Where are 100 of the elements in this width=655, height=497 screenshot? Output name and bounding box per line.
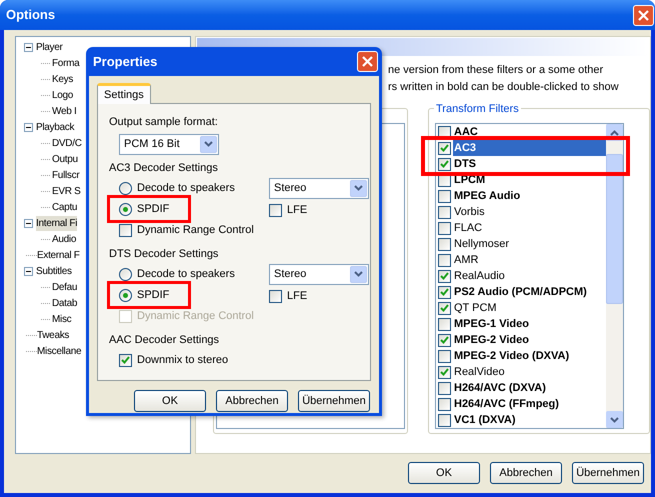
filter-item[interactable]: MPEG-2 Video (DXVA) (453, 348, 606, 364)
close-button[interactable] (633, 4, 654, 26)
checkbox[interactable] (438, 302, 451, 314)
filter-item[interactable]: AAC (453, 124, 606, 140)
radio-label: SPDIF (137, 202, 170, 217)
checkbox[interactable] (438, 222, 451, 234)
radio-button[interactable] (119, 182, 132, 194)
tree-item[interactable]: Fullscr (52, 168, 80, 182)
filter-item[interactable]: Vorbis (453, 204, 606, 220)
chevron-down-icon (610, 416, 619, 422)
radio-button[interactable] (119, 288, 132, 302)
filter-item[interactable]: RealAudio (453, 268, 606, 284)
checkbox[interactable] (438, 366, 451, 378)
checkbox[interactable] (438, 286, 451, 298)
filter-item[interactable]: PS2 Audio (PCM/ADPCM) (453, 284, 606, 300)
checkbox[interactable] (119, 224, 132, 236)
dialog-button[interactable]: Abbrechen (216, 390, 288, 412)
filter-item[interactable]: Nellymoser (453, 236, 606, 252)
collapse-icon[interactable] (24, 218, 33, 228)
filter-item[interactable]: AC3 (453, 140, 606, 156)
filter-item[interactable]: MPEG Audio (453, 188, 606, 204)
checkbox[interactable] (269, 290, 282, 303)
scrollbar[interactable] (606, 124, 623, 428)
dropdown[interactable]: PCM 16 Bit (119, 134, 219, 154)
tree-item[interactable]: Subtitles (36, 264, 72, 278)
dialog-button[interactable]: Übernehmen (572, 462, 644, 484)
section-heading: DTS Decoder Settings (109, 246, 220, 262)
chevron-up-icon (610, 130, 619, 136)
checkbox[interactable] (438, 190, 451, 202)
tree-item[interactable]: External F (37, 248, 80, 262)
checkbox[interactable] (438, 318, 451, 330)
filter-item[interactable]: AMR (453, 252, 606, 268)
dialog-button[interactable]: Übernehmen (298, 390, 370, 412)
checkbox[interactable] (438, 350, 451, 362)
tree-item[interactable]: Logo (52, 88, 74, 102)
tree-item[interactable]: Miscellane (37, 344, 82, 358)
tree-item[interactable]: Audio (52, 232, 76, 246)
close-icon (362, 56, 373, 67)
filter-item[interactable]: H264/AVC (DXVA) (453, 380, 606, 396)
chevron-down-icon (354, 185, 363, 191)
collapse-icon[interactable] (24, 122, 33, 132)
filter-item[interactable]: DTS (453, 156, 606, 172)
radio-label: Decode to speakers (137, 266, 235, 282)
radio-button[interactable] (119, 268, 132, 280)
dialog-button[interactable]: OK (134, 390, 206, 412)
tree-item[interactable]: Datab (52, 296, 78, 310)
section-heading: AAC Decoder Settings (109, 332, 220, 348)
checkbox[interactable] (119, 354, 132, 366)
dropdown[interactable]: Stereo (269, 178, 369, 198)
tree-item[interactable]: Captu (52, 200, 78, 214)
tree-item[interactable]: Forma (52, 56, 80, 70)
checkbox[interactable] (438, 158, 451, 170)
tree-item[interactable]: Keys (52, 72, 74, 86)
collapse-icon[interactable] (24, 42, 33, 52)
checkbox[interactable] (438, 254, 451, 266)
tree-item[interactable]: Web I (52, 104, 76, 118)
tree-item[interactable]: DVD/C (52, 136, 82, 150)
checkbox-label: Dynamic Range Control (137, 222, 254, 238)
check-icon (121, 356, 130, 364)
checkbox[interactable] (438, 382, 451, 394)
check-icon (440, 336, 449, 344)
tree-item[interactable]: Misc (52, 312, 72, 326)
dialog-button[interactable]: OK (408, 462, 480, 484)
tree-item[interactable]: Outpu (52, 152, 78, 166)
checkbox-label: Dynamic Range Control (137, 308, 254, 324)
filter-item[interactable]: MPEG-2 Video (453, 332, 606, 348)
chevron-down-icon (204, 141, 213, 147)
filter-item[interactable]: FLAC (453, 220, 606, 236)
filter-item[interactable]: MPEG-1 Video (453, 316, 606, 332)
tree-item[interactable]: Playback (36, 120, 74, 134)
tab[interactable]: Settings (97, 83, 151, 104)
checkbox[interactable] (438, 238, 451, 250)
tree-item[interactable]: Defau (52, 280, 78, 294)
dropdown[interactable]: Stereo (269, 264, 369, 284)
collapse-icon[interactable] (24, 266, 33, 276)
tree-item[interactable]: EVR S (52, 184, 81, 198)
checkbox[interactable] (438, 270, 451, 282)
window-title: Options (6, 6, 56, 24)
close-button[interactable] (357, 51, 378, 72)
checkbox[interactable] (438, 142, 451, 154)
field-label: Output sample format: (109, 115, 219, 130)
tree-item[interactable]: Player (36, 40, 63, 54)
check-icon (440, 368, 449, 376)
checkbox[interactable] (438, 414, 451, 426)
tree-item[interactable]: Tweaks (37, 328, 70, 342)
filter-item[interactable]: VC1 (DXVA) (453, 412, 606, 428)
checkbox[interactable] (438, 206, 451, 218)
filter-item[interactable]: QT PCM (453, 300, 606, 316)
section-heading: AC3 Decoder Settings (109, 160, 219, 176)
checkbox[interactable] (438, 398, 451, 410)
checkbox[interactable] (438, 334, 451, 346)
radio-button[interactable] (119, 202, 132, 216)
description-text: ne version from these filters or a some other (388, 63, 604, 78)
checkbox-label: Downmix to stereo (137, 352, 228, 368)
dialog-title: Properties (93, 52, 158, 71)
filter-item[interactable]: H264/AVC (FFmpeg) (453, 396, 606, 412)
checkbox[interactable] (269, 204, 282, 217)
tree-item[interactable]: Internal Fi (36, 216, 78, 230)
filter-item[interactable]: RealVideo (453, 364, 606, 380)
dialog-button[interactable]: Abbrechen (490, 462, 562, 484)
